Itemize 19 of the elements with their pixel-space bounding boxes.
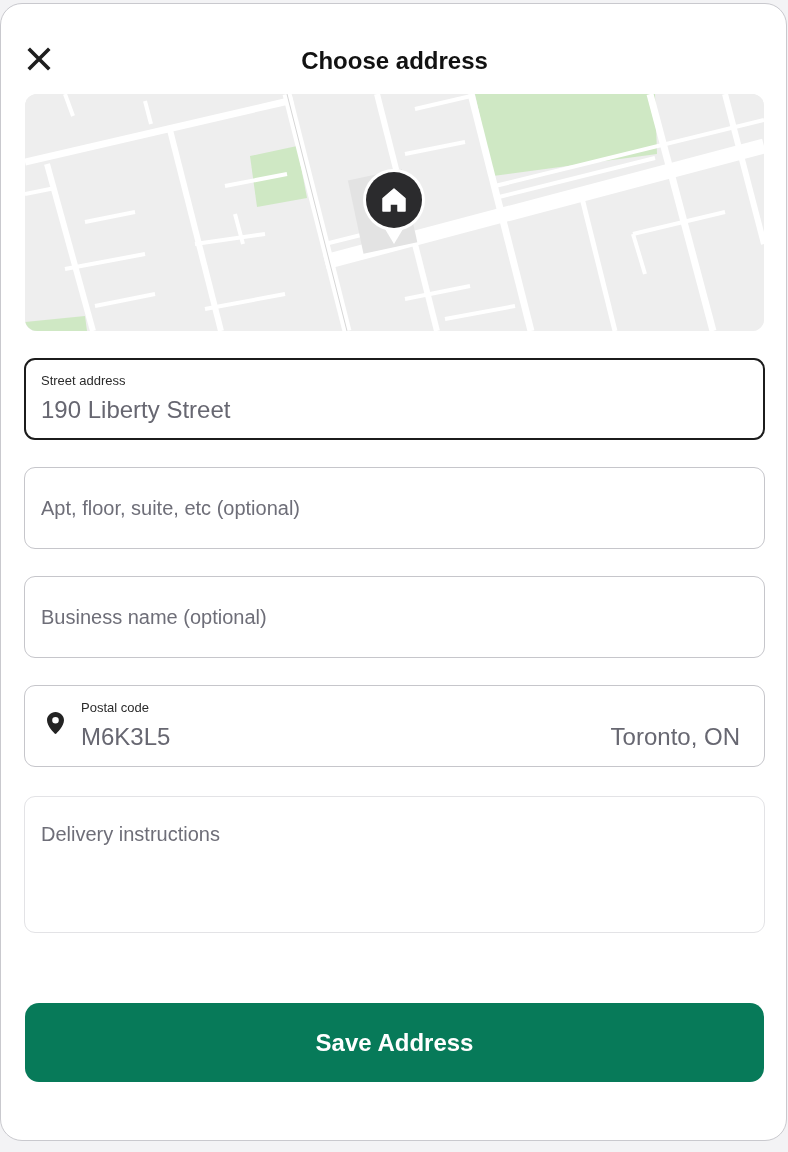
input-field[interactable]: Apt, floor, suite, etc (optional) [24, 467, 765, 549]
input-field[interactable]: Business name (optional) [24, 576, 765, 658]
close-button[interactable] [27, 47, 51, 71]
postal-code-field[interactable]: Postal code M6K3L5 Toronto, ON [24, 685, 765, 767]
street-address-input[interactable]: 190 Liberty Street [41, 395, 748, 425]
delivery-instructions-field[interactable]: Delivery instructions [24, 796, 765, 933]
text-input[interactable]: Apt, floor, suite, etc (optional) [41, 495, 748, 521]
postal-code-input[interactable]: M6K3L5 [81, 722, 611, 752]
street-address-field[interactable]: Street address 190 Liberty Street [24, 358, 765, 440]
field-label: Postal code [81, 700, 149, 716]
close-icon [27, 47, 51, 71]
field-label: Street address [41, 373, 126, 389]
city-text: Toronto, ON [610, 722, 740, 752]
delivery-instructions-input[interactable]: Delivery instructions [41, 821, 748, 916]
dialog-title: Choose address [301, 46, 488, 76]
location-pin-icon [47, 712, 64, 734]
text-input[interactable]: Business name (optional) [41, 604, 748, 630]
save-address-button[interactable]: Save Address [25, 1003, 764, 1082]
home-marker-icon[interactable] [362, 168, 426, 246]
